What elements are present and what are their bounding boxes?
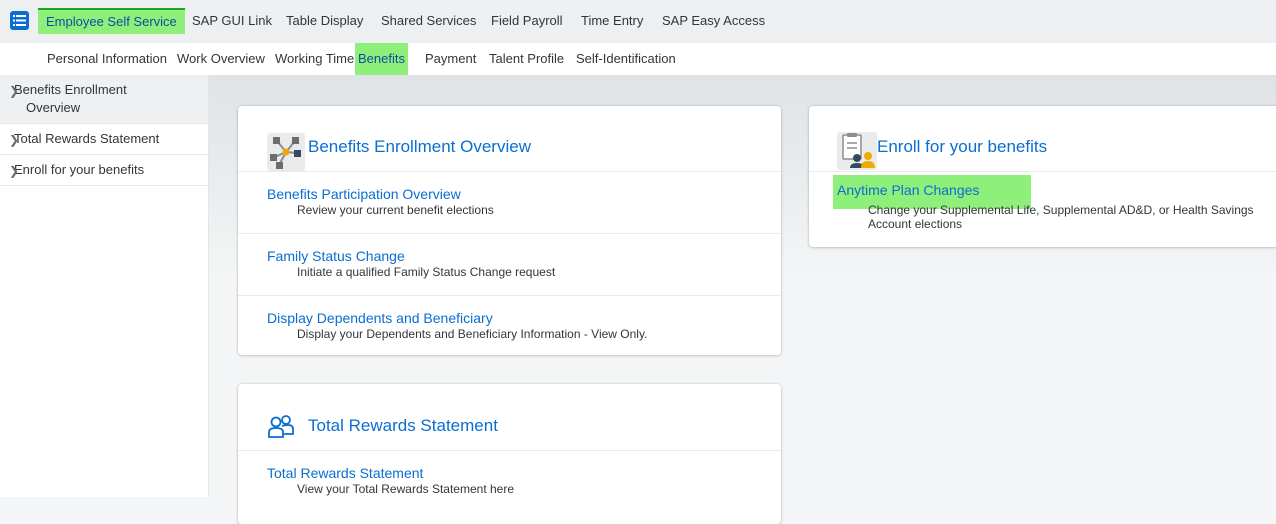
link-description: Display your Dependents and Beneficiary … [297,327,648,341]
card-header: Total Rewards Statement [238,384,781,451]
link-description: Initiate a qualified Family Status Chang… [297,265,556,279]
card-header: Enroll for your benefits [809,106,1276,172]
sidebar-item-label-cont: Overview [26,100,81,115]
card-link-section: Family Status Change Initiate a qualifie… [238,234,781,296]
link-display-dependents-and-beneficiary[interactable]: Display Dependents and Beneficiary [267,310,493,326]
sidebar-item-benefits-enrollment-overview[interactable]: ❯ Benefits Enrollment Overview [0,75,208,124]
form-person-icon [837,132,877,170]
link-description-cont: Account elections [868,217,963,231]
link-description: View your Total Rewards Statement here [297,482,515,496]
card-benefits-enrollment-overview: Benefits Enrollment Overview Benefits Pa… [238,106,781,355]
card-link-section: Anytime Plan Changes Change your Supplem… [809,172,1276,247]
sub-nav-bar: Personal Information Work Overview Worki… [0,43,1276,75]
tab-sap-gui-link[interactable]: SAP GUI Link [192,8,272,34]
link-description: Change your Supplemental Life, Supplemen… [868,203,1254,217]
subtab-payment[interactable]: Payment [425,43,476,75]
sidebar-item-label: Benefits Enrollment [14,82,127,97]
card-enroll-for-your-benefits: Enroll for your benefits Anytime Plan Ch… [809,106,1276,247]
tab-field-payroll[interactable]: Field Payroll [491,8,563,34]
card-total-rewards-statement: Total Rewards Statement Total Rewards St… [238,384,781,524]
card-title: Enroll for your benefits [877,137,1048,156]
people-icon [268,415,294,438]
card-link-section: Display Dependents and Beneficiary Displ… [238,296,781,357]
link-family-status-change[interactable]: Family Status Change [267,248,405,264]
network-icon [267,133,305,171]
sidebar-item-label: Total Rewards Statement [14,131,160,146]
top-tab-bar: Employee Self Service SAP GUI Link Table… [0,0,1276,43]
link-description: Review your current benefit elections [297,203,494,217]
tab-table-display[interactable]: Table Display [286,8,363,34]
tab-time-entry[interactable]: Time Entry [581,8,643,34]
card-title: Benefits Enrollment Overview [308,137,531,156]
card-link-section: Total Rewards Statement View your Total … [238,451,781,511]
sidebar: ❯ Benefits Enrollment Overview ❯ Total R… [0,75,209,497]
card-link-section: Benefits Participation Overview Review y… [238,172,781,234]
card-title: Total Rewards Statement [308,416,498,435]
subtab-working-time[interactable]: Working Time [275,43,354,75]
sidebar-item-enroll-for-your-benefits[interactable]: ❯ Enroll for your benefits [0,155,208,186]
main-content: Benefits Enrollment Overview Benefits Pa… [209,75,1276,524]
card-header: Benefits Enrollment Overview [238,106,781,172]
subtab-work-overview[interactable]: Work Overview [177,43,265,75]
tab-shared-services[interactable]: Shared Services [381,8,476,34]
link-total-rewards-statement[interactable]: Total Rewards Statement [267,465,423,481]
chevron-right-icon: ❯ [9,133,20,147]
subtab-personal-information[interactable]: Personal Information [47,43,167,75]
chevron-right-icon: ❯ [9,84,20,98]
subtab-self-identification[interactable]: Self-Identification [576,43,676,75]
sidebar-item-total-rewards-statement[interactable]: ❯ Total Rewards Statement [0,124,208,155]
chevron-right-icon: ❯ [9,164,20,178]
tab-sap-easy-access[interactable]: SAP Easy Access [662,8,765,34]
sidebar-item-label: Enroll for your benefits [14,162,145,177]
link-benefits-participation-overview[interactable]: Benefits Participation Overview [267,186,461,202]
subtab-benefits[interactable]: Benefits [355,43,408,75]
menu-icon[interactable] [10,11,29,30]
tab-employee-self-service[interactable]: Employee Self Service [38,8,185,34]
subtab-talent-profile[interactable]: Talent Profile [489,43,564,75]
